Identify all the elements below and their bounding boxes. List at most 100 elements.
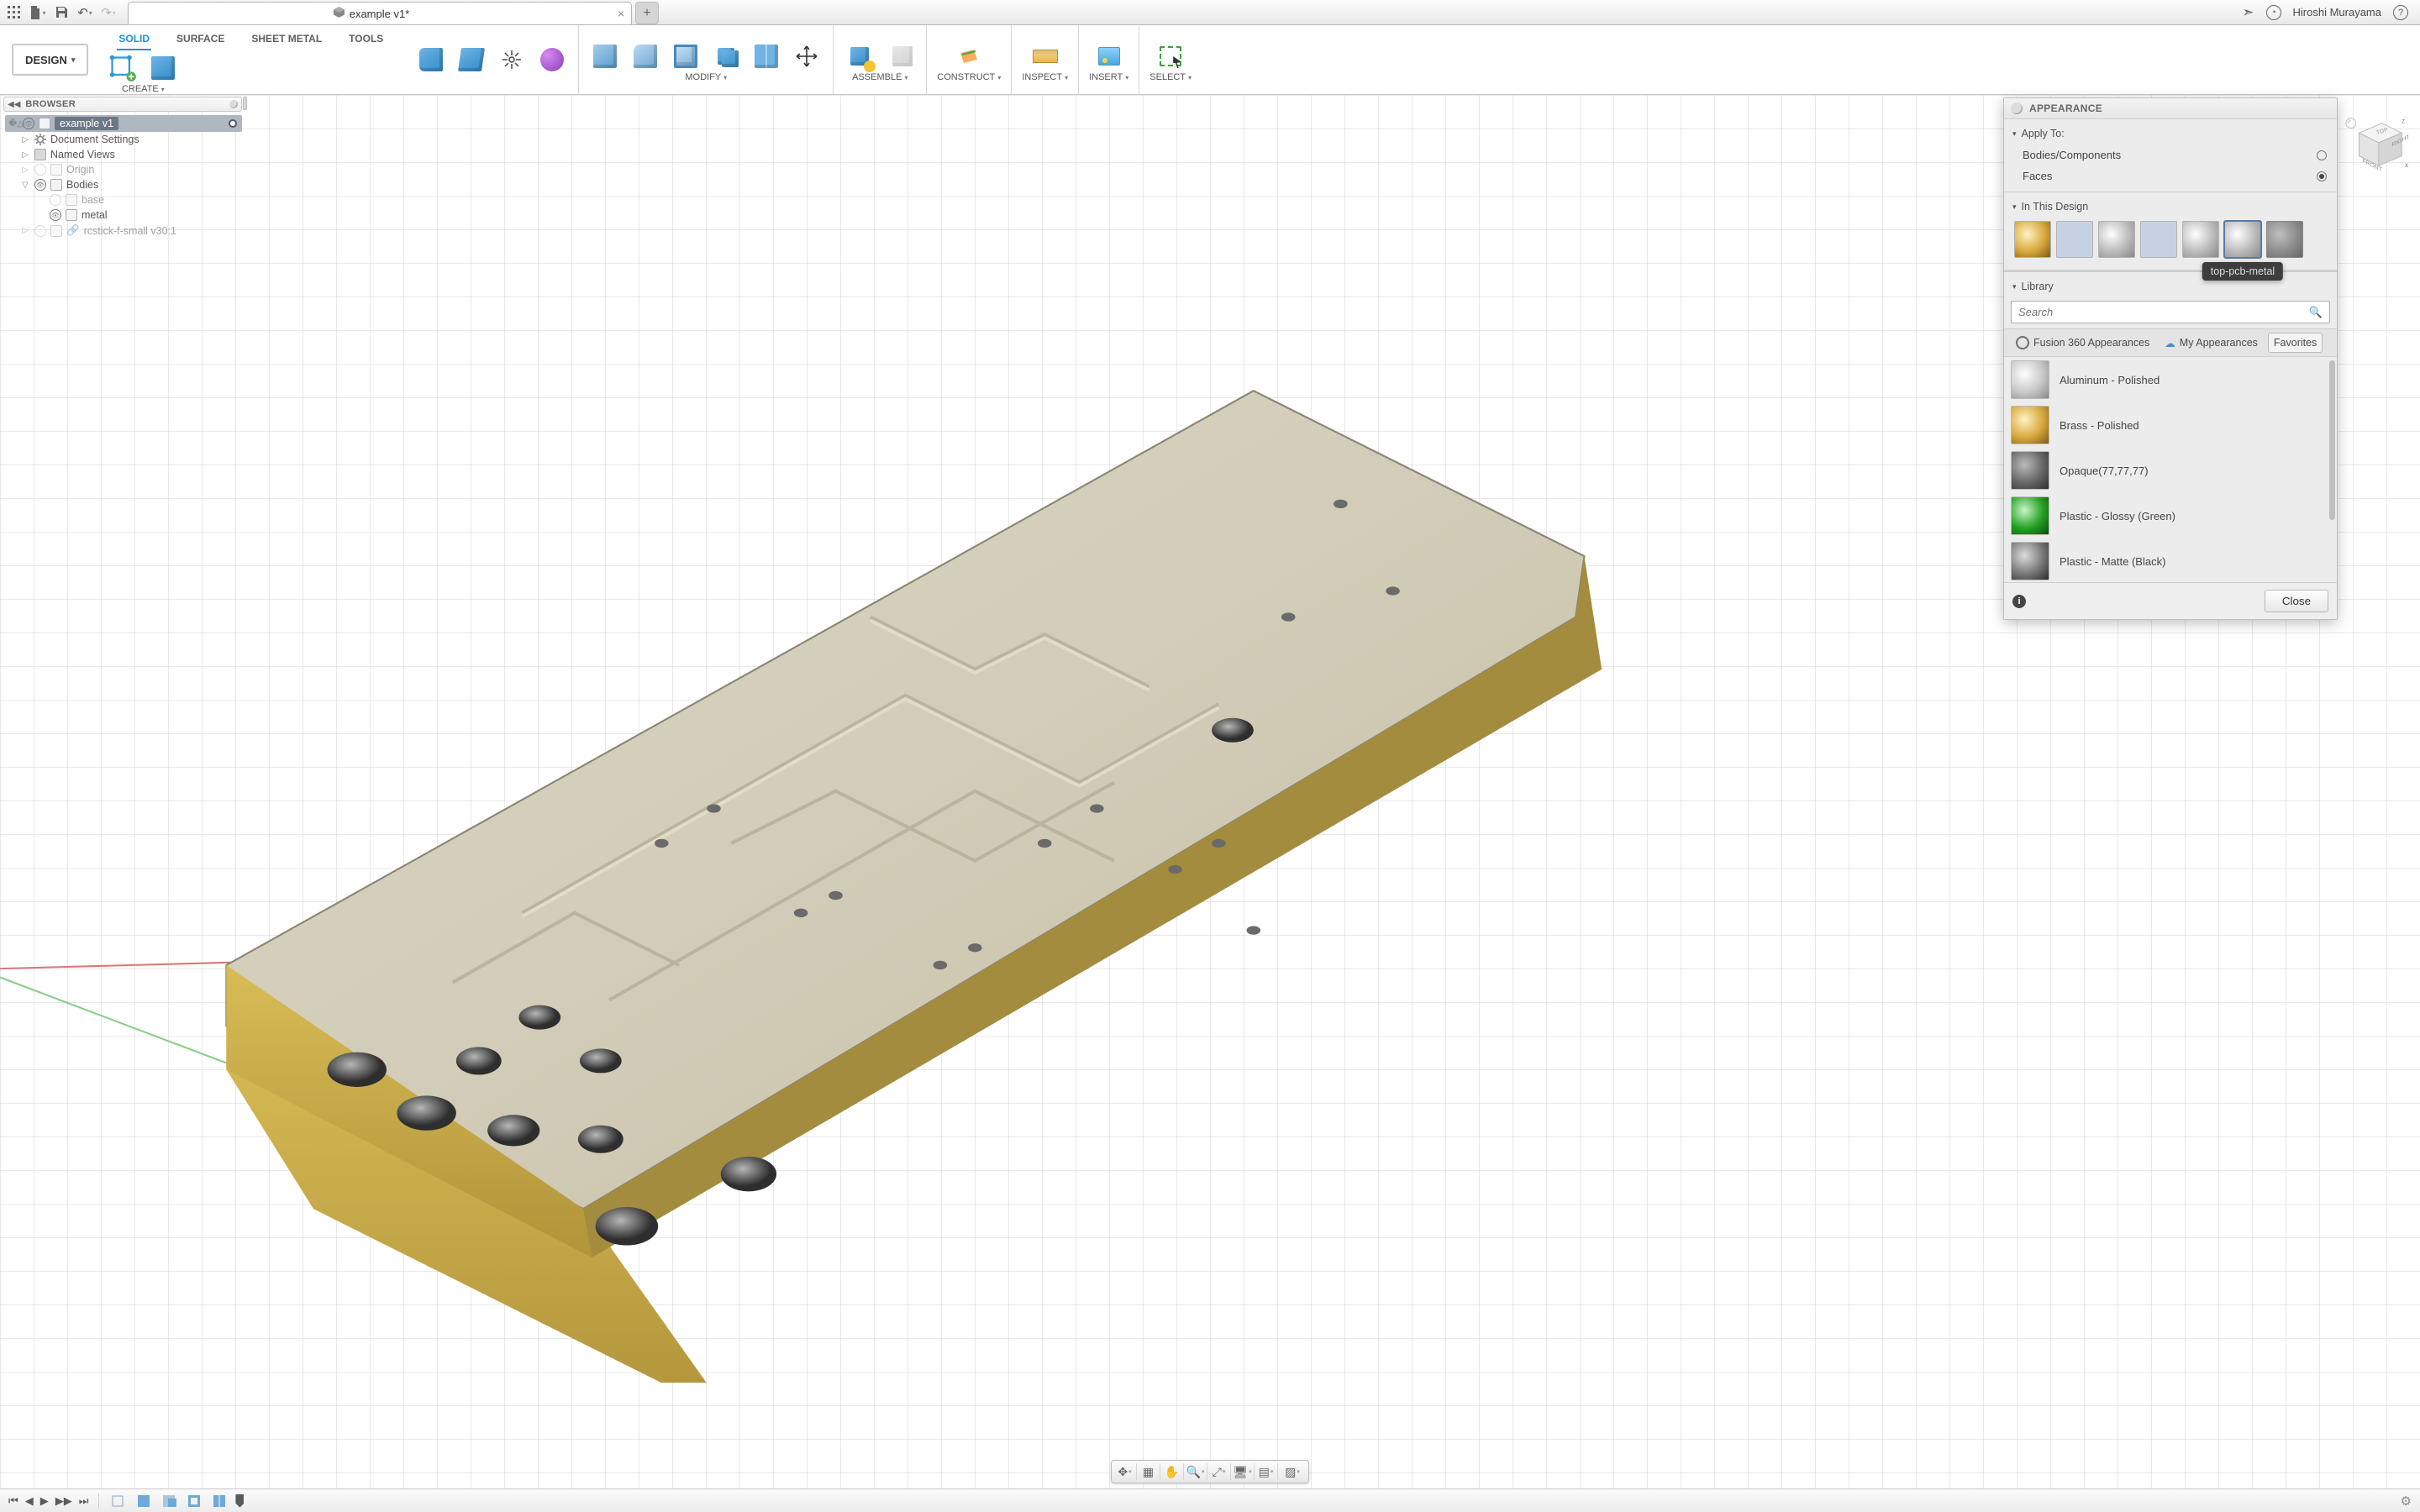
insert-label[interactable]: INSERT — [1089, 72, 1128, 82]
app-grid-icon[interactable] — [3, 2, 25, 24]
tree-root[interactable]: �△👁 example v1 — [5, 115, 242, 132]
browser-header[interactable]: ◀◀ BROWSER — [3, 97, 242, 112]
username-label[interactable]: Hiroshi Murayama — [2293, 6, 2381, 18]
press-pull-button[interactable] — [589, 42, 621, 71]
feature-combine[interactable] — [160, 1493, 178, 1509]
help-icon[interactable]: ? — [2393, 5, 2408, 20]
feature-shell[interactable] — [185, 1493, 203, 1509]
move-button[interactable] — [791, 42, 823, 71]
tab-solid[interactable]: SOLID — [117, 30, 151, 50]
swatch-steel-3[interactable] — [2266, 221, 2303, 258]
job-status-icon[interactable]: ◔ — [2266, 5, 2281, 20]
info-icon[interactable]: i — [2012, 595, 2026, 608]
look-at-icon[interactable]: ▦ — [1142, 1463, 1160, 1480]
visibility-icon[interactable] — [34, 225, 46, 237]
split-button[interactable] — [750, 42, 782, 71]
feature-sketch[interactable] — [109, 1493, 128, 1509]
visibility-icon[interactable]: 👁 — [23, 118, 34, 129]
tree-bodies[interactable]: ▽👁 Bodies — [5, 177, 242, 192]
form-button[interactable] — [536, 45, 568, 74]
grid-icon[interactable]: ▤ — [1260, 1463, 1278, 1480]
timeline-settings-icon[interactable]: ⚙ — [2401, 1494, 2412, 1509]
apply-faces-row[interactable]: Faces — [2012, 165, 2328, 186]
tree-body-base[interactable]: base — [5, 192, 242, 207]
workspace-dropdown[interactable]: DESIGN — [12, 44, 88, 76]
redo-icon[interactable]: ↷ — [97, 2, 119, 24]
pan-icon[interactable]: ✋ — [1165, 1463, 1184, 1480]
display-icon[interactable]: 🖥 — [1236, 1463, 1255, 1480]
undo-icon[interactable]: ↶ — [74, 2, 96, 24]
joint-button[interactable] — [884, 42, 916, 71]
material-aluminum[interactable]: Aluminum - Polished — [2004, 357, 2337, 402]
plane-button[interactable] — [953, 42, 985, 71]
panel-splitter[interactable] — [243, 97, 247, 110]
tree-named-views[interactable]: ▷ Named Views — [5, 147, 242, 162]
pin-icon[interactable] — [229, 100, 238, 108]
tree-origin[interactable]: ▷ Origin — [5, 162, 242, 177]
visibility-icon[interactable]: 👁 — [50, 209, 61, 221]
swatch-blue-2[interactable] — [2140, 221, 2177, 258]
tab-surface[interactable]: SURFACE — [175, 30, 226, 50]
new-tab-button[interactable]: + — [635, 2, 659, 24]
in-design-section[interactable]: In This Design — [2012, 201, 2328, 213]
timeline-next-icon[interactable]: ▶▶ — [55, 1494, 72, 1508]
tree-doc-settings[interactable]: ▷ Document Settings — [5, 132, 242, 147]
new-component-button[interactable] — [844, 42, 876, 71]
new-sketch-button[interactable] — [107, 54, 139, 82]
material-brass[interactable]: Brass - Polished — [2004, 402, 2337, 448]
construct-label[interactable]: CONSTRUCT — [937, 72, 1001, 82]
timeline-start-icon[interactable]: ⏮ — [8, 1494, 18, 1508]
swatch-blue-1[interactable] — [2056, 221, 2093, 258]
save-icon[interactable] — [50, 2, 72, 24]
apply-to-section[interactable]: Apply To: — [2012, 128, 2328, 139]
close-tab-icon[interactable]: × — [618, 7, 624, 20]
timeline-play-icon[interactable]: ▶ — [40, 1494, 49, 1508]
visibility-icon[interactable]: 👁 — [34, 179, 46, 191]
material-opaque[interactable]: Opaque(77,77,77) — [2004, 448, 2337, 493]
timeline-marker[interactable] — [235, 1494, 244, 1508]
timeline-prev-icon[interactable]: ◀ — [25, 1494, 34, 1508]
extensions-icon[interactable]: ➣ — [2242, 4, 2254, 21]
material-plastic-black[interactable]: Plastic - Matte (Black) — [2004, 538, 2337, 582]
zoom-icon[interactable]: 🔍 — [1189, 1463, 1207, 1480]
feature-split[interactable] — [210, 1493, 229, 1509]
sweep-button[interactable] — [455, 45, 487, 74]
swatch-brass[interactable] — [2014, 221, 2051, 258]
tab-tools[interactable]: TOOLS — [347, 30, 385, 50]
hole-button[interactable] — [496, 45, 528, 74]
tree-linked-comp[interactable]: ▷ 🔗 rcstick-f-small v30:1 — [5, 223, 242, 239]
tab-sheet-metal[interactable]: SHEET METAL — [250, 30, 324, 50]
library-search[interactable]: 🔍 — [2011, 301, 2330, 323]
minimize-icon[interactable] — [2011, 102, 2023, 114]
radio-bodies[interactable] — [2317, 150, 2327, 160]
view-cube[interactable]: TOP FRONT RIGHT z x — [2343, 110, 2408, 176]
material-plastic-green[interactable]: Plastic - Glossy (Green) — [2004, 493, 2337, 538]
revolve-button[interactable] — [415, 45, 447, 74]
combine-button[interactable] — [710, 42, 742, 71]
feature-extrude[interactable] — [134, 1493, 153, 1509]
shell-button[interactable] — [670, 42, 702, 71]
scrollbar[interactable] — [2329, 360, 2335, 520]
close-button[interactable]: Close — [2265, 590, 2328, 612]
select-label[interactable]: SELECT — [1150, 72, 1192, 82]
orbit-icon[interactable]: ✥ — [1118, 1463, 1137, 1480]
viewport[interactable]: ◀◀ BROWSER �△👁 example v1 ▷ Document Set… — [0, 95, 2420, 1488]
libtab-favorites[interactable]: Favorites — [2268, 333, 2323, 353]
libtab-my[interactable]: ☁My Appearances — [2160, 333, 2263, 353]
create-label[interactable]: CREATE — [122, 84, 165, 94]
visibility-icon[interactable] — [50, 194, 61, 206]
insert-button[interactable] — [1093, 42, 1125, 71]
timeline-end-icon[interactable]: ⏭ — [79, 1494, 89, 1508]
swatch-steel-1[interactable] — [2098, 221, 2135, 258]
viewports-icon[interactable]: ▨ — [1283, 1463, 1302, 1480]
modify-label[interactable]: MODIFY — [685, 72, 727, 82]
apply-bodies-row[interactable]: Bodies/Components — [2012, 144, 2328, 165]
file-menu-icon[interactable] — [27, 2, 49, 24]
appearance-header[interactable]: APPEARANCE — [2004, 98, 2337, 119]
document-tab[interactable]: example v1* × — [128, 2, 632, 24]
library-section[interactable]: Library — [2012, 281, 2328, 292]
fit-icon[interactable]: ⤢ — [1213, 1463, 1231, 1480]
library-list[interactable]: Aluminum - Polished Brass - Polished Opa… — [2004, 357, 2337, 582]
measure-button[interactable] — [1029, 42, 1061, 71]
search-input[interactable] — [2012, 302, 2302, 323]
